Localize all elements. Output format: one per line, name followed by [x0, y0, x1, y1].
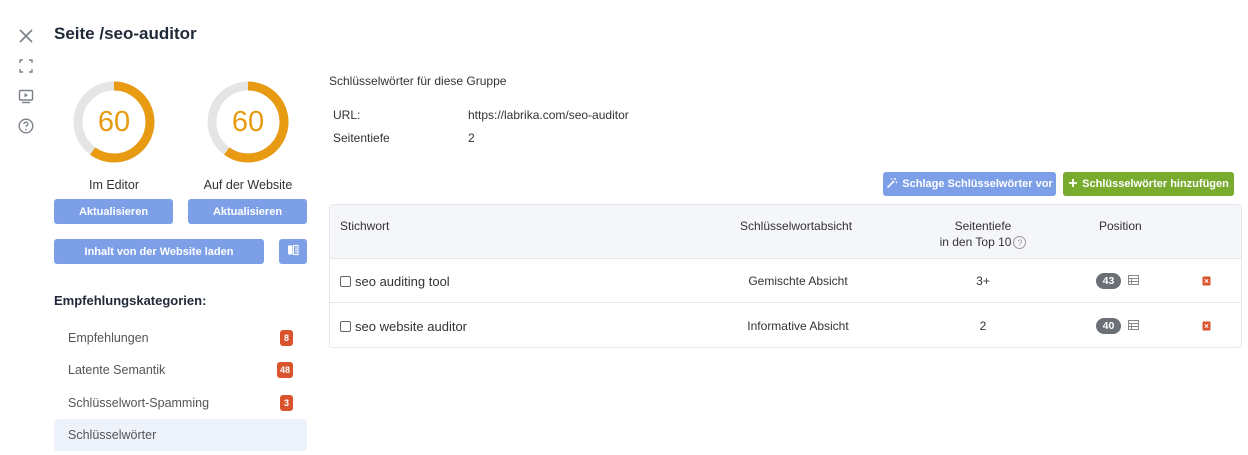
position-badge: 40 [1096, 318, 1121, 334]
table-icon[interactable] [1128, 274, 1139, 288]
keyword-cell: seo website auditor [340, 304, 468, 347]
position-cell: 43 [1096, 259, 1139, 303]
depth-label: Seitentiefe [333, 131, 390, 145]
intent-cell: Gemischte Absicht [748, 274, 848, 288]
load-content-button[interactable]: Inhalt von der Website laden [54, 239, 264, 264]
refresh-website-button[interactable]: Aktualisieren [188, 199, 307, 224]
rec-item-label: Schlüsselwörter [68, 428, 157, 442]
add-keywords-button[interactable]: Schlüsselwörter hinzufügen [1063, 172, 1234, 196]
delete-icon[interactable] [1202, 259, 1211, 303]
keyword-text: seo auditing tool [355, 273, 450, 289]
depth-value: 2 [468, 131, 475, 145]
intent-cell: Informative Absicht [747, 319, 849, 333]
keyword-text: seo website auditor [355, 318, 468, 334]
video-icon[interactable] [14, 84, 38, 108]
score-gauge-website: 60 [206, 80, 290, 164]
url-value: https://labrika.com/seo-auditor [468, 108, 629, 122]
rec-item-latente-semantik[interactable]: Latente Semantik 48 [54, 354, 307, 386]
rec-item-label: Schlüsselwort-Spamming [68, 396, 210, 410]
header-depth-line2: in den Top 10 [939, 235, 1012, 249]
position-cell: 40 [1096, 304, 1139, 347]
keyword-cell: seo auditing tool [340, 259, 450, 303]
help-icon[interactable] [14, 114, 38, 138]
suggest-keywords-button[interactable]: Schlage Schlüsselwörter vor [883, 172, 1056, 196]
page-title: Seite /seo-auditor [54, 24, 197, 43]
count-badge: 3 [280, 395, 293, 411]
suggest-keywords-label: Schlage Schlüsselwörter vor [902, 178, 1053, 190]
rec-item-schluesselwort-spamming[interactable]: Schlüsselwort-Spamming 3 [54, 387, 307, 419]
header-depth: Seitentiefe in den Top 10? [928, 219, 1038, 250]
score-caption-website: Auf der Website [203, 178, 293, 192]
rec-item-label: Latente Semantik [68, 363, 166, 377]
left-rail [14, 24, 38, 144]
row-checkbox[interactable] [340, 275, 351, 287]
header-depth-line1: Seitentiefe [954, 219, 1012, 233]
table-header: Stichwort Schlüsselwortabsicht Seitentie… [330, 205, 1241, 259]
score-value-editor: 60 [97, 105, 131, 138]
magic-wand-icon [886, 177, 898, 192]
add-keywords-label: Schlüsselwörter hinzufügen [1082, 178, 1229, 190]
plus-icon [1068, 178, 1078, 191]
close-icon[interactable] [14, 24, 38, 48]
refresh-editor-button[interactable]: Aktualisieren [54, 199, 173, 224]
table-row: seo website auditor Informative Absicht … [330, 304, 1241, 347]
header-position: Position [1099, 219, 1142, 233]
compare-button[interactable] [279, 239, 307, 264]
keywords-table: Stichwort Schlüsselwortabsicht Seitentie… [329, 204, 1242, 348]
depth-cell: 3+ [976, 274, 990, 288]
table-row: seo auditing tool Gemischte Absicht 3+ 4… [330, 259, 1241, 303]
compare-icon [287, 244, 299, 259]
count-badge: 48 [276, 362, 293, 378]
header-keyword: Stichwort [340, 219, 390, 233]
recommendations-heading: Empfehlungskategorien: [54, 293, 207, 308]
score-caption-editor: Im Editor [88, 178, 139, 192]
delete-icon[interactable] [1202, 304, 1211, 347]
help-icon[interactable]: ? [1013, 236, 1027, 250]
depth-cell: 2 [979, 319, 987, 333]
count-badge: 8 [280, 330, 293, 346]
rec-item-schluesselwoerter[interactable]: Schlüsselwörter [54, 419, 307, 451]
position-badge: 43 [1096, 273, 1121, 289]
rec-item-label: Empfehlungen [68, 331, 149, 345]
score-value-website: 60 [231, 105, 265, 138]
score-gauge-editor: 60 [72, 80, 156, 164]
group-title: Schlüsselwörter für diese Gruppe [329, 74, 507, 88]
row-checkbox[interactable] [340, 320, 351, 332]
table-icon[interactable] [1128, 319, 1139, 333]
fullscreen-icon[interactable] [14, 54, 38, 78]
rec-item-empfehlungen[interactable]: Empfehlungen 8 [54, 322, 307, 354]
url-label: URL: [333, 108, 361, 122]
header-intent: Schlüsselwortabsicht [740, 219, 853, 233]
